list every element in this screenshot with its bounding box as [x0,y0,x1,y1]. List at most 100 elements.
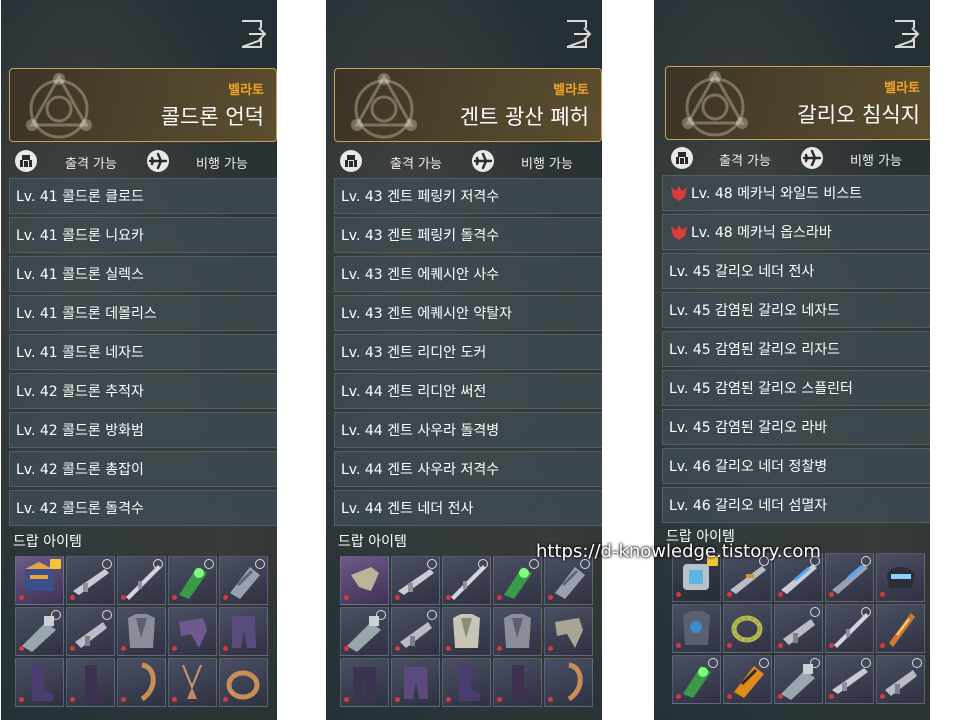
monster-row[interactable]: Lv. 45 감염된 갈리오 리자드 [662,331,930,367]
rarity-dot [676,694,681,699]
monster-name: Lv. 45 감염된 갈리오 스플린터 [669,381,853,397]
monster-row[interactable]: Lv. 45 감염된 갈리오 라바 [662,409,930,445]
drop-item-slot[interactable] [66,556,115,605]
monster-row[interactable]: Lv. 44 겐트 리디안 써전 [334,373,602,409]
drop-item-slot[interactable] [117,658,166,707]
exit-icon[interactable] [239,18,267,50]
monster-name: Lv. 43 겐트 페링키 돌격수 [341,228,500,244]
drop-item-slot[interactable] [391,556,440,605]
region-name: 벨라토 [228,83,264,98]
drop-item-slot[interactable] [544,658,593,707]
drop-item-slot[interactable] [825,604,874,653]
monster-row[interactable]: Lv. 43 겐트 페링키 저격수 [334,178,602,214]
drop-item-slot[interactable] [442,556,491,605]
monster-name: Lv. 44 겐트 리디안 써전 [341,384,487,400]
drop-item-slot[interactable] [219,607,268,656]
set-mark-icon [255,559,265,569]
set-mark-icon [759,658,769,668]
monster-row[interactable]: Lv. 48 메카닉 옵스라바 [662,214,930,250]
monster-row[interactable]: Lv. 41 콜드론 니요카 [9,217,277,253]
plane-icon [472,150,494,172]
set-mark-icon [153,559,163,569]
mech-icon [15,150,37,172]
monster-row[interactable]: Lv. 42 콜드론 추적자 [9,373,277,409]
drop-item-slot[interactable] [391,658,440,707]
drop-item-slot[interactable] [442,607,491,656]
rarity-dot [446,595,451,600]
drop-item-slot[interactable] [15,658,64,707]
drop-item-slot[interactable] [66,658,115,707]
drop-item-slot[interactable] [723,604,772,653]
monster-row[interactable]: Lv. 41 콜드론 데몰리스 [9,295,277,331]
drop-item-slot[interactable] [876,655,925,704]
monster-row[interactable]: Lv. 46 갈리오 네더 정찰병 [662,448,930,484]
drop-item-slot[interactable] [774,604,823,653]
drop-item-slot[interactable] [219,658,268,707]
monster-row[interactable]: Lv. 43 겐트 리디안 도커 [334,334,602,370]
drop-item-slot[interactable] [117,607,166,656]
drop-item-slot[interactable] [340,607,389,656]
monster-row[interactable]: Lv. 45 감염된 갈리오 스플린터 [662,370,930,406]
monster-row[interactable]: Lv. 48 메카닉 와일드 비스트 [662,175,930,211]
rarity-dot [727,592,732,597]
monster-row[interactable]: Lv. 41 콜드론 네자드 [9,334,277,370]
monster-row[interactable]: Lv. 42 콜드론 방화범 [9,412,277,448]
drop-item-slot[interactable] [117,556,166,605]
drop-item-slot[interactable] [825,655,874,704]
monster-name: Lv. 41 콜드론 데몰리스 [16,306,157,322]
drop-item-slot[interactable] [168,607,217,656]
monster-name: Lv. 43 겐트 에퀘시안 약탈자 [341,306,512,322]
emblem-icon [682,71,748,137]
monster-row[interactable]: Lv. 43 겐트 에퀘시안 약탈자 [334,295,602,331]
monster-row[interactable]: Lv. 41 콜드론 클로드 [9,178,277,214]
drop-item-slot[interactable] [723,655,772,704]
drop-item-slot[interactable] [493,607,542,656]
drop-item-slot[interactable] [219,556,268,605]
drop-item-slot[interactable] [391,607,440,656]
status-bar: 출격 가능 비행 가능 [9,150,277,174]
monster-row[interactable]: Lv. 45 갈리오 네더 전사 [662,253,930,289]
monster-row[interactable]: Lv. 45 감염된 갈리오 네자드 [662,292,930,328]
drop-item-slot[interactable] [168,556,217,605]
drop-item-slot[interactable] [672,655,721,704]
monster-row[interactable]: Lv. 44 겐트 사우라 돌격병 [334,412,602,448]
set-mark-icon [912,658,922,668]
drop-item-slot[interactable] [15,556,64,605]
rarity-dot [446,697,451,702]
rarity-dot [223,595,228,600]
drop-item-slot[interactable] [168,658,217,707]
drop-item-slot[interactable] [66,607,115,656]
drop-item-slot[interactable] [672,604,721,653]
drop-item-slot[interactable] [493,556,542,605]
rarity-dot [70,646,75,651]
drop-item-slot[interactable] [825,553,874,602]
drop-item-slot[interactable] [442,658,491,707]
monster-row[interactable]: Lv. 41 콜드론 실렉스 [9,256,277,292]
drop-item-slot[interactable] [876,604,925,653]
drop-item-grid [340,556,600,707]
zone-header: 벨라토 겐트 광산 폐허 [334,68,602,142]
drop-item-slot[interactable] [340,658,389,707]
drop-item-slot[interactable] [493,658,542,707]
drop-item-slot[interactable] [876,553,925,602]
drop-item-slot[interactable] [544,607,593,656]
monster-row[interactable]: Lv. 44 겐트 사우라 저격수 [334,451,602,487]
rarity-dot [727,694,732,699]
monster-row[interactable]: Lv. 42 콜드론 총잡이 [9,451,277,487]
monster-row[interactable]: Lv. 43 겐트 페링키 돌격수 [334,217,602,253]
monster-row[interactable]: Lv. 42 콜드론 돌격수 [9,490,277,526]
drop-item-slot[interactable] [774,655,823,704]
exit-icon[interactable] [564,18,592,50]
rarity-dot [778,643,783,648]
set-mark-icon [810,658,820,668]
monster-row[interactable]: Lv. 46 갈리오 네더 섬멸자 [662,487,930,523]
monster-row[interactable]: Lv. 44 겐트 네더 전사 [334,490,602,526]
drop-item-slot[interactable] [544,556,593,605]
rarity-dot [70,595,75,600]
rarity-dot [778,592,783,597]
exit-icon[interactable] [892,18,920,50]
drop-item-slot[interactable] [340,556,389,605]
region-name: 벨라토 [553,83,589,98]
drop-item-slot[interactable] [15,607,64,656]
monster-row[interactable]: Lv. 43 겐트 에퀘시안 사수 [334,256,602,292]
